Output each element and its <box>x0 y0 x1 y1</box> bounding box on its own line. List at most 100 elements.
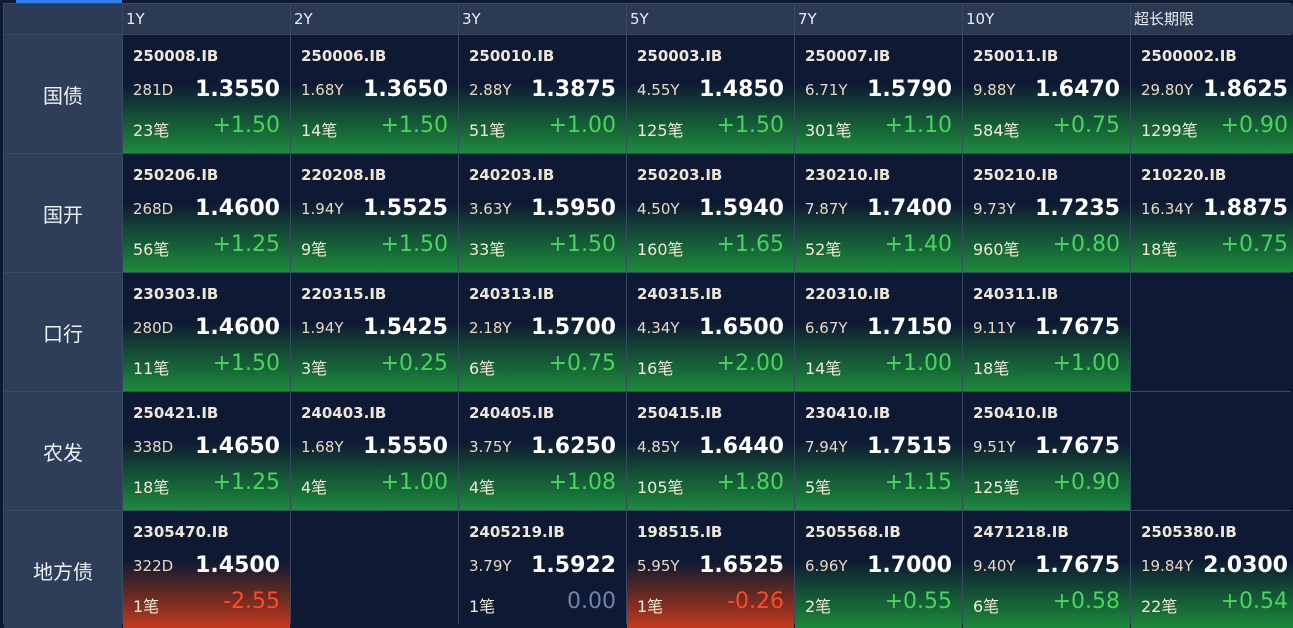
yield-change: +1.50 <box>380 232 448 257</box>
bond-code: 210220.IB <box>1141 166 1227 184</box>
bond-cell[interactable]: 250006.IB 1.68Y 1.3650 14笔 +1.50 <box>291 35 458 153</box>
row-label: 农发 <box>4 392 122 510</box>
yield-change: +1.15 <box>884 470 952 495</box>
bond-term: 4.34Y <box>637 319 680 337</box>
bond-code: 250007.IB <box>805 47 891 65</box>
bond-term: 1.68Y <box>301 81 344 99</box>
bond-code: 240313.IB <box>469 285 555 303</box>
bond-cell[interactable]: 2471218.IB 9.40Y 1.7675 6笔 +0.58 <box>963 511 1130 628</box>
bond-code: 220315.IB <box>301 285 387 303</box>
bond-cell[interactable]: 230410.IB 7.94Y 1.7515 5笔 +1.15 <box>795 392 962 510</box>
yield-change: -0.26 <box>727 589 784 614</box>
trade-count: 2笔 <box>805 597 832 616</box>
yield-change: +1.50 <box>212 113 280 138</box>
bond-cell[interactable]: 220208.IB 1.94Y 1.5525 9笔 +1.50 <box>291 154 458 272</box>
bond-yield: 1.5790 <box>867 77 952 102</box>
bond-cell[interactable]: 250415.IB 4.85Y 1.6440 105笔 +1.80 <box>627 392 794 510</box>
empty-cell <box>291 511 458 628</box>
bond-yield: 1.4500 <box>195 553 280 578</box>
bond-cell[interactable]: 250003.IB 4.55Y 1.4850 125笔 +1.50 <box>627 35 794 153</box>
trade-count: 33笔 <box>469 240 506 259</box>
bond-cell[interactable]: 2505380.IB 19.84Y 2.0300 22笔 +0.54 <box>1131 511 1293 628</box>
bond-cell[interactable]: 230303.IB 280D 1.4600 11笔 +1.50 <box>123 273 290 391</box>
bond-term: 3.63Y <box>469 200 512 218</box>
bond-yield: 1.4850 <box>699 77 784 102</box>
bond-code: 250410.IB <box>973 404 1059 422</box>
trade-count: 9笔 <box>301 240 328 259</box>
yield-change: +1.40 <box>884 232 952 257</box>
bond-cell[interactable]: 240313.IB 2.18Y 1.5700 6笔 +0.75 <box>459 273 626 391</box>
bond-cell[interactable]: 240405.IB 3.75Y 1.6250 4笔 +1.08 <box>459 392 626 510</box>
trade-count: 125笔 <box>637 121 684 140</box>
bond-cell[interactable]: 220315.IB 1.94Y 1.5425 3笔 +0.25 <box>291 273 458 391</box>
trade-count: 16笔 <box>637 359 674 378</box>
yield-change: -2.55 <box>223 589 280 614</box>
bond-cell[interactable]: 250410.IB 9.51Y 1.7675 125笔 +0.90 <box>963 392 1130 510</box>
bond-cell[interactable]: 2305470.IB 322D 1.4500 1笔 -2.55 <box>123 511 290 628</box>
trade-count: 18笔 <box>1141 240 1178 259</box>
bond-yield: 1.7150 <box>867 315 952 340</box>
bond-yield: 1.7675 <box>1035 315 1120 340</box>
bond-term: 322D <box>133 557 174 575</box>
bond-yield: 1.3875 <box>531 77 616 102</box>
bond-cell[interactable]: 240315.IB 4.34Y 1.6500 16笔 +2.00 <box>627 273 794 391</box>
bond-term: 4.85Y <box>637 438 680 456</box>
bond-cell[interactable]: 2405219.IB 3.79Y 1.5922 1笔 0.00 <box>459 511 626 628</box>
bond-code: 250421.IB <box>133 404 219 422</box>
bond-cell[interactable]: 240203.IB 3.63Y 1.5950 33笔 +1.50 <box>459 154 626 272</box>
trade-count: 6笔 <box>973 597 1000 616</box>
trade-count: 18笔 <box>133 478 170 497</box>
bond-code: 240203.IB <box>469 166 555 184</box>
column-header: 10Y <box>963 4 1130 34</box>
bond-code: 250008.IB <box>133 47 219 65</box>
bond-cell[interactable]: 210220.IB 16.34Y 1.8875 18笔 +0.75 <box>1131 154 1293 272</box>
bond-cell[interactable]: 2500002.IB 29.80Y 1.8625 1299笔 +0.90 <box>1131 35 1293 153</box>
bond-cell[interactable]: 250011.IB 9.88Y 1.6470 584笔 +0.75 <box>963 35 1130 153</box>
yield-change: +1.00 <box>548 113 616 138</box>
bond-term: 6.96Y <box>805 557 848 575</box>
bond-term: 3.79Y <box>469 557 512 575</box>
bond-term: 9.73Y <box>973 200 1016 218</box>
bond-code: 240315.IB <box>637 285 723 303</box>
trade-count: 1笔 <box>637 597 664 616</box>
bond-cell[interactable]: 198515.IB 5.95Y 1.6525 1笔 -0.26 <box>627 511 794 628</box>
bond-code: 230410.IB <box>805 404 891 422</box>
bond-cell[interactable]: 250007.IB 6.71Y 1.5790 301笔 +1.10 <box>795 35 962 153</box>
bond-yield: 1.6250 <box>531 434 616 459</box>
trade-count: 56笔 <box>133 240 170 259</box>
trade-count: 1笔 <box>469 597 496 616</box>
bond-term: 7.94Y <box>805 438 848 456</box>
yield-change: +1.00 <box>884 351 952 376</box>
bond-term: 9.11Y <box>973 319 1016 337</box>
bond-term: 2.18Y <box>469 319 512 337</box>
bond-term: 16.34Y <box>1141 200 1194 218</box>
column-header: 1Y <box>123 4 290 34</box>
bond-cell[interactable]: 250210.IB 9.73Y 1.7235 960笔 +0.80 <box>963 154 1130 272</box>
yield-change: +0.75 <box>548 351 616 376</box>
bond-cell[interactable]: 250203.IB 4.50Y 1.5940 160笔 +1.65 <box>627 154 794 272</box>
row-label: 国债 <box>4 35 122 153</box>
bond-term: 1.68Y <box>301 438 344 456</box>
bond-yield: 1.7235 <box>1035 196 1120 221</box>
yield-change: +1.10 <box>884 113 952 138</box>
yield-change: +1.00 <box>380 470 448 495</box>
bond-code: 250203.IB <box>637 166 723 184</box>
bond-cell[interactable]: 250008.IB 281D 1.3550 23笔 +1.50 <box>123 35 290 153</box>
trade-count: 125笔 <box>973 478 1020 497</box>
bond-cell[interactable]: 250421.IB 338D 1.4650 18笔 +1.25 <box>123 392 290 510</box>
column-header: 3Y <box>459 4 626 34</box>
bond-cell[interactable]: 250010.IB 2.88Y 1.3875 51笔 +1.00 <box>459 35 626 153</box>
trade-count: 23笔 <box>133 121 170 140</box>
bond-cell[interactable]: 220310.IB 6.67Y 1.7150 14笔 +1.00 <box>795 273 962 391</box>
bond-term: 338D <box>133 438 174 456</box>
bond-cell[interactable]: 240311.IB 9.11Y 1.7675 18笔 +1.00 <box>963 273 1130 391</box>
bond-code: 2505568.IB <box>805 523 901 541</box>
yield-change: +0.90 <box>1052 470 1120 495</box>
bond-cell[interactable]: 250206.IB 268D 1.4600 56笔 +1.25 <box>123 154 290 272</box>
yield-change: +0.54 <box>1220 589 1288 614</box>
bond-yield: 1.5700 <box>531 315 616 340</box>
bond-cell[interactable]: 240403.IB 1.68Y 1.5550 4笔 +1.00 <box>291 392 458 510</box>
bond-cell[interactable]: 2505568.IB 6.96Y 1.7000 2笔 +0.55 <box>795 511 962 628</box>
bond-code: 250006.IB <box>301 47 387 65</box>
bond-cell[interactable]: 230210.IB 7.87Y 1.7400 52笔 +1.40 <box>795 154 962 272</box>
